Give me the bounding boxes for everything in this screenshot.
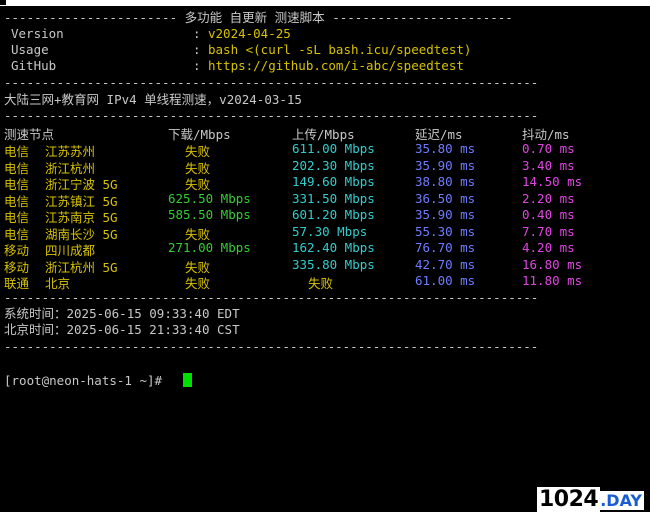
cell-jitter: 2.20 ms <box>522 190 575 206</box>
cell-jitter: 0.40 ms <box>522 207 575 222</box>
version-label: Version <box>11 26 64 41</box>
script-title: 多功能 自更新 测速脚本 <box>184 10 325 25</box>
cell-upload: 162.40 Mbps <box>292 240 375 255</box>
github-link[interactable]: https://github.com/i-abc/speedtest <box>208 58 464 73</box>
cell-latency: 36.50 ms <box>415 190 476 206</box>
cell-download: 625.50 Mbps <box>168 190 251 206</box>
cell-latency: 76.70 ms <box>415 240 476 255</box>
cell-jitter: 7.70 ms <box>522 223 575 239</box>
cell-latency: 35.80 ms <box>415 141 476 156</box>
cell-upload: 149.60 Mbps <box>292 174 375 189</box>
cell-jitter: 4.20 ms <box>522 240 575 255</box>
cell-latency: 55.30 ms <box>415 223 476 239</box>
terminal-cursor[interactable] <box>183 373 192 387</box>
header-title-line: ----------------------- 多功能 自更新 测速脚本 ---… <box>4 10 513 26</box>
cell-jitter: 14.50 ms <box>522 174 583 189</box>
usage-value: bash <(curl -sL bash.icu/speedtest) <box>208 42 472 57</box>
window-corner-mark <box>0 0 6 5</box>
cell-upload: 335.80 Mbps <box>292 256 375 272</box>
cell-latency: 35.90 ms <box>415 157 476 173</box>
cell-upload: 611.00 Mbps <box>292 141 375 156</box>
cell-upload: 202.30 Mbps <box>292 157 375 173</box>
cell-jitter: 0.70 ms <box>522 141 575 156</box>
cell-jitter: 3.40 ms <box>522 157 575 173</box>
cell-latency: 61.00 ms <box>415 273 476 288</box>
watermark-suffix: .DAY <box>600 491 644 510</box>
github-label: GitHub <box>11 58 57 73</box>
github-colon: : <box>193 58 209 73</box>
separator-right: ------------------------ <box>332 10 513 25</box>
separator-line: ----------------------------------------… <box>4 339 539 354</box>
terminal-window[interactable]: ----------------------- 多功能 自更新 测速脚本 ---… <box>0 6 650 512</box>
cell-upload: 331.50 Mbps <box>292 190 375 206</box>
cell-latency: 35.90 ms <box>415 207 476 222</box>
cell-upload: 601.20 Mbps <box>292 207 375 222</box>
separator-line: ----------------------------------------… <box>4 108 539 123</box>
test-mode-line: 大陆三网+教育网 IPv4 单线程测速，v2024-03-15 <box>4 92 302 107</box>
version-colon: : <box>193 26 209 41</box>
separator-line: ----------------------------------------… <box>4 290 539 305</box>
separator-line: ----------------------------------------… <box>4 75 539 90</box>
cell-latency: 38.80 ms <box>415 174 476 189</box>
cell-jitter: 11.80 ms <box>522 273 583 288</box>
watermark-number: 1024 <box>536 487 601 512</box>
system-time: 系统时间：2025-06-15 09:33:40 EDT <box>4 306 240 321</box>
cell-download: 271.00 Mbps <box>168 240 251 255</box>
version-value: v2024-04-25 <box>208 26 291 41</box>
beijing-time: 北京时间：2025-06-15 21:33:40 CST <box>4 322 240 337</box>
cell-upload: 57.30 Mbps <box>292 223 368 239</box>
cell-download: 585.50 Mbps <box>168 207 251 222</box>
shell-prompt[interactable]: [root@neon-hats-1 ~]# <box>4 373 162 389</box>
usage-label: Usage <box>11 42 49 57</box>
cell-latency: 42.70 ms <box>415 256 476 272</box>
watermark-logo: 1024 .DAY <box>536 487 644 512</box>
cell-jitter: 16.80 ms <box>522 256 583 272</box>
separator-left: ----------------------- <box>4 10 178 25</box>
usage-colon: : <box>193 42 209 57</box>
